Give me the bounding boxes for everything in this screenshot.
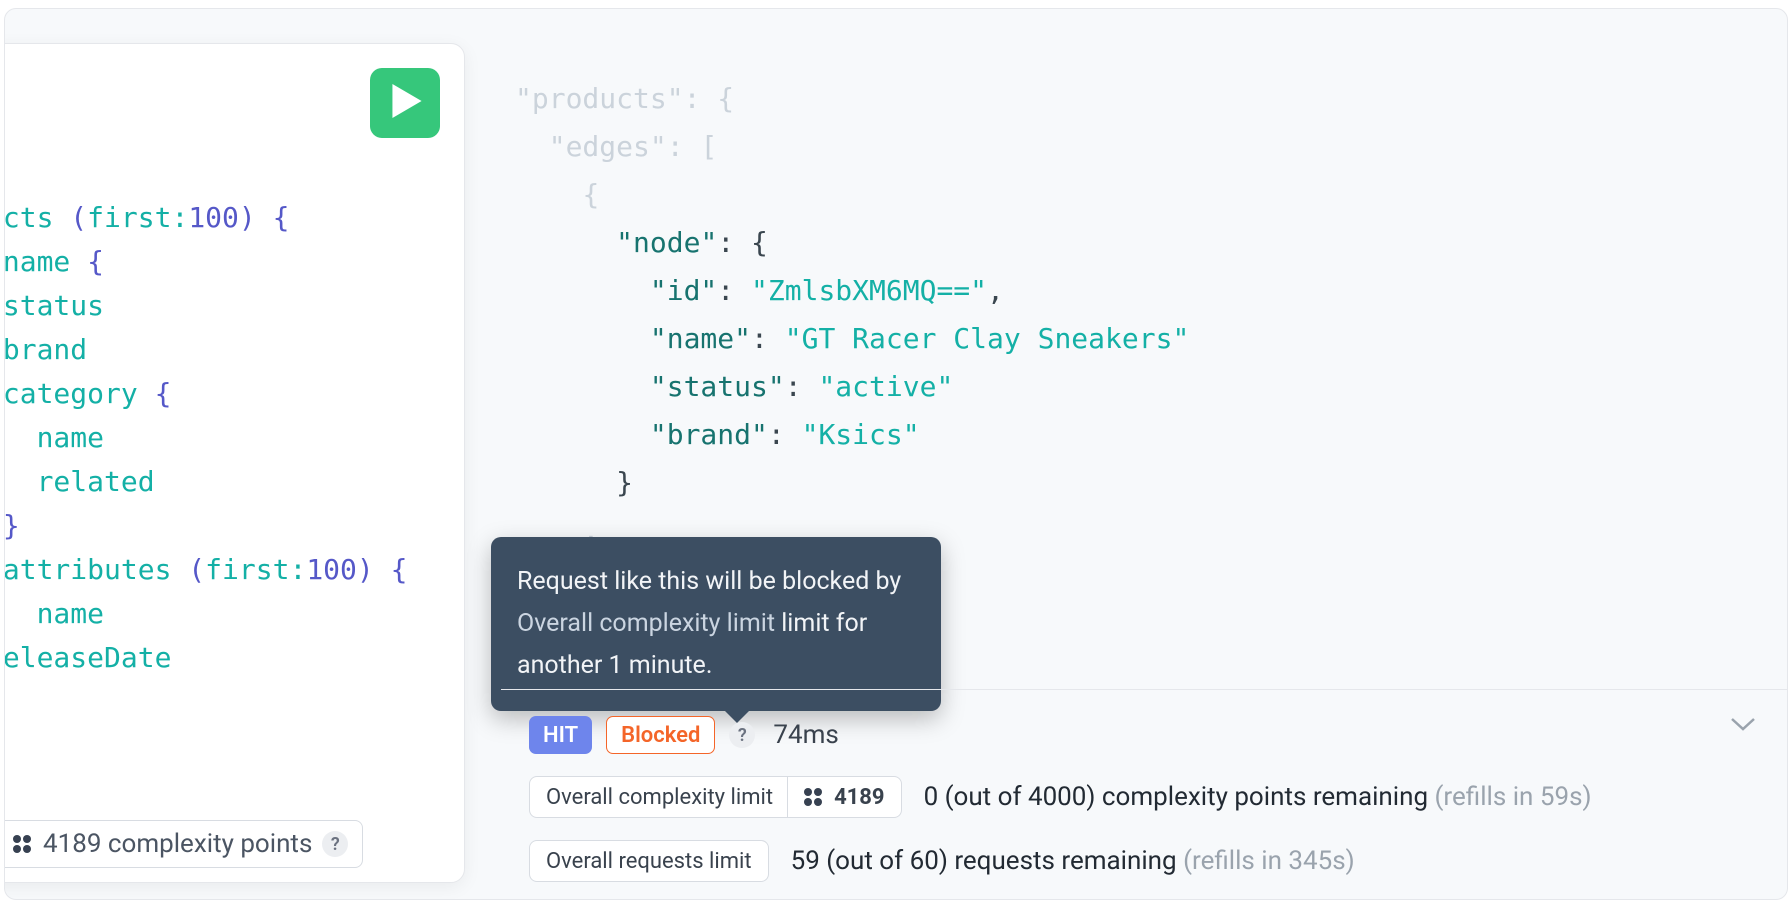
- query-code[interactable]: ucts (first:100) { name { status brand c…: [4, 152, 407, 680]
- chevron-down-icon: [1729, 718, 1757, 737]
- blocked-tooltip: Request like this will be blocked by Ove…: [491, 537, 941, 711]
- play-icon: [388, 84, 422, 122]
- response-code[interactable]: "products": { "edges": [ { "node": { "id…: [515, 75, 1189, 555]
- response-time: 74ms: [773, 720, 838, 750]
- complexity-limit-pill[interactable]: Overall complexity limit 4189: [529, 776, 902, 818]
- help-icon[interactable]: ?: [729, 722, 755, 748]
- requests-remaining-text: 59 (out of 60) requests remaining (refil…: [791, 846, 1355, 876]
- complexity-points-text: 4189 complexity points: [43, 829, 312, 859]
- footer-stats: HIT Blocked ? 74ms Overall complexity li…: [501, 689, 1787, 882]
- help-icon[interactable]: ?: [322, 831, 348, 857]
- requests-limit-pill[interactable]: Overall requests limit: [529, 840, 769, 882]
- complexity-badge[interactable]: 4189 complexity points ?: [4, 820, 363, 868]
- expand-footer-button[interactable]: [1729, 715, 1757, 733]
- complexity-icon: [11, 833, 33, 855]
- run-query-button[interactable]: [370, 68, 440, 138]
- hit-badge: HIT: [529, 716, 592, 754]
- blocked-badge: Blocked: [606, 716, 715, 754]
- complexity-icon: [802, 786, 824, 808]
- query-panel: ucts (first:100) { name { status brand c…: [4, 43, 465, 883]
- app-frame: ucts (first:100) { name { status brand c…: [4, 8, 1788, 900]
- complexity-remaining-text: 0 (out of 4000) complexity points remain…: [924, 782, 1592, 812]
